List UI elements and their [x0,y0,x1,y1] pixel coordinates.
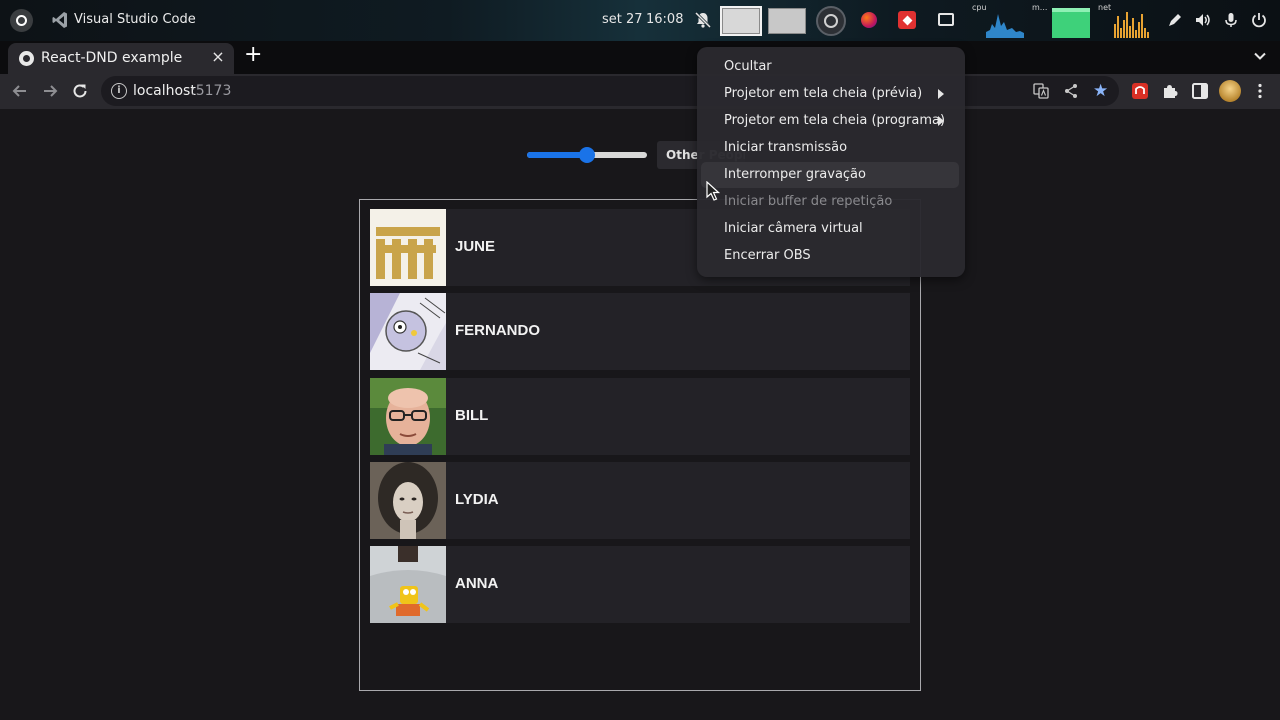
menu-item-fullscreen-preview[interactable]: Projetor em tela cheia (prévia) [701,81,959,107]
back-arrow-icon[interactable] [11,82,29,100]
clock-date[interactable]: set 27 [602,12,643,27]
reload-icon[interactable] [71,82,89,100]
browser-tab-strip: React-DND example × [0,41,1280,74]
cpu-monitor-label: cpu [972,3,987,12]
system-top-bar: Visual Studio Code set 27 16:08 cpu m...… [0,0,1280,41]
power-icon[interactable] [1250,11,1268,29]
volume-icon[interactable] [1194,11,1212,29]
menu-item-label: Ocultar [724,59,772,74]
avatar [370,546,446,623]
translate-icon[interactable] [1033,83,1049,99]
more-vertical-icon[interactable] [1251,82,1269,100]
avatar [370,293,446,370]
page-content: Other People JUNE [0,109,1280,720]
avatar [370,209,446,286]
person-card-bill[interactable]: BILL [370,378,910,455]
extension-red-icon[interactable] [1131,82,1149,100]
menu-item-label: Interromper gravação [724,167,866,182]
firefox-tray-icon[interactable] [861,12,877,28]
person-name: JUNE [455,238,496,255]
workspace-2-thumbnail[interactable] [768,8,806,34]
tab-title: React-DND example [41,50,183,66]
network-monitor-label: net [1098,3,1111,12]
size-slider[interactable] [527,147,647,163]
memory-monitor-label: m... [1032,3,1047,12]
menu-item-quit-obs[interactable]: Encerrar OBS [701,243,959,269]
profile-avatar[interactable] [1219,80,1241,102]
workspace-1-thumbnail[interactable] [720,6,762,36]
cpu-monitor-graph[interactable]: cpu [972,2,1024,38]
network-monitor-graph[interactable]: net [1098,2,1152,38]
avatar [370,462,446,539]
close-tab-icon[interactable]: × [209,48,227,66]
person-name: ANNA [455,575,499,592]
person-card-fernando[interactable]: FERNANDO [370,293,910,370]
obs-context-menu: Ocultar Projetor em tela cheia (prévia) … [697,47,965,277]
memory-monitor-graph[interactable]: m... [1032,2,1090,38]
bookmark-star-icon[interactable]: ★ [1093,82,1111,100]
tab-react-dnd-example[interactable]: React-DND example × [8,43,234,74]
screen-share-icon[interactable] [938,13,954,26]
extensions-puzzle-icon[interactable] [1161,82,1179,100]
submenu-arrow-icon [938,116,944,126]
menu-item-hide[interactable]: Ocultar [701,54,959,80]
url-host: localhost [133,83,196,99]
avatar [370,378,446,455]
person-name: LYDIA [455,491,499,508]
activities-button[interactable] [10,9,33,32]
obs-tray-icon[interactable] [816,6,846,36]
menu-item-stop-recording[interactable]: Interromper gravação [701,162,959,188]
person-card-lydia[interactable]: LYDIA [370,462,910,539]
chevron-down-icon[interactable] [1252,48,1268,64]
focused-app-name[interactable]: Visual Studio Code [74,12,196,27]
site-info-icon[interactable]: i [111,83,127,99]
menu-item-label: Iniciar câmera virtual [724,221,863,236]
clock-time[interactable]: 16:08 [646,12,683,27]
forward-arrow-icon[interactable] [41,82,59,100]
person-card-anna[interactable]: ANNA [370,546,910,623]
menu-item-fullscreen-program[interactable]: Projetor em tela cheia (programa) [701,108,959,134]
anydesk-tray-icon[interactable] [898,11,916,29]
side-panel-icon[interactable] [1191,82,1209,100]
browser-toolbar: i localhost :5173 ★ [0,74,1280,109]
pen-icon[interactable] [1166,11,1184,29]
globe-icon [19,51,34,66]
menu-item-label: Iniciar transmissão [724,140,848,155]
url-port: :5173 [191,83,232,99]
menu-item-label: Projetor em tela cheia (prévia) [724,86,923,101]
menu-item-label: Encerrar OBS [724,248,811,263]
menu-item-start-replay-buffer: Iniciar buffer de repetição [701,189,959,215]
slider-fill [527,152,587,158]
vscode-icon [52,12,67,28]
submenu-arrow-icon [938,89,944,99]
mouse-cursor-icon [706,181,720,201]
address-bar[interactable]: i localhost :5173 ★ [101,76,1119,106]
person-name: FERNANDO [455,322,540,339]
notifications-muted-icon[interactable] [694,11,712,29]
new-tab-button[interactable]: + [244,44,262,66]
menu-item-label: Projetor em tela cheia (programa) [724,113,946,128]
person-name: BILL [455,407,489,424]
menu-item-label: Iniciar buffer de repetição [724,194,893,209]
menu-item-start-streaming[interactable]: Iniciar transmissão [701,135,959,161]
share-icon[interactable] [1063,83,1079,99]
slider-thumb[interactable] [579,147,595,163]
microphone-icon[interactable] [1222,11,1240,29]
menu-item-start-virtual-camera[interactable]: Iniciar câmera virtual [701,216,959,242]
